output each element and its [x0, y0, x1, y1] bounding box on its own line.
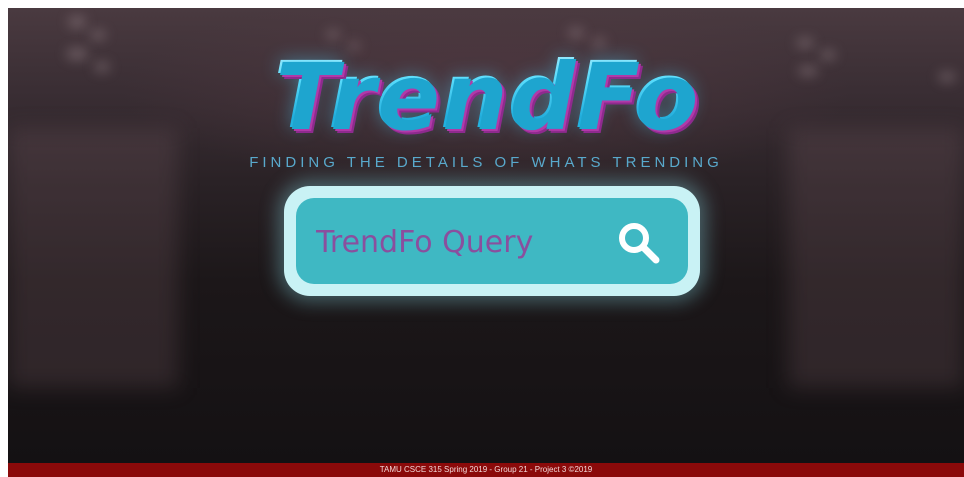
search-box	[284, 186, 700, 296]
page: TrendFo FINDING THE DETAILS OF WHATS TRE…	[8, 8, 964, 477]
tagline: FINDING THE DETAILS OF WHATS TRENDING	[249, 154, 723, 171]
search-input[interactable]	[316, 220, 586, 264]
bg-light	[68, 16, 86, 28]
hero-background: TrendFo FINDING THE DETAILS OF WHATS TRE…	[8, 8, 964, 463]
magnifier-icon	[619, 223, 660, 264]
bg-light	[326, 30, 340, 39]
search-button[interactable]	[614, 218, 664, 268]
footer: TAMU CSCE 315 Spring 2019 - Group 21 - P…	[8, 463, 964, 477]
search-field-container	[296, 198, 688, 284]
bg-light	[90, 30, 106, 40]
logo-text: TrendFo	[273, 42, 699, 149]
logo-title: TrendFo	[8, 50, 964, 142]
bg-light	[568, 28, 584, 38]
bg-light	[796, 38, 814, 48]
